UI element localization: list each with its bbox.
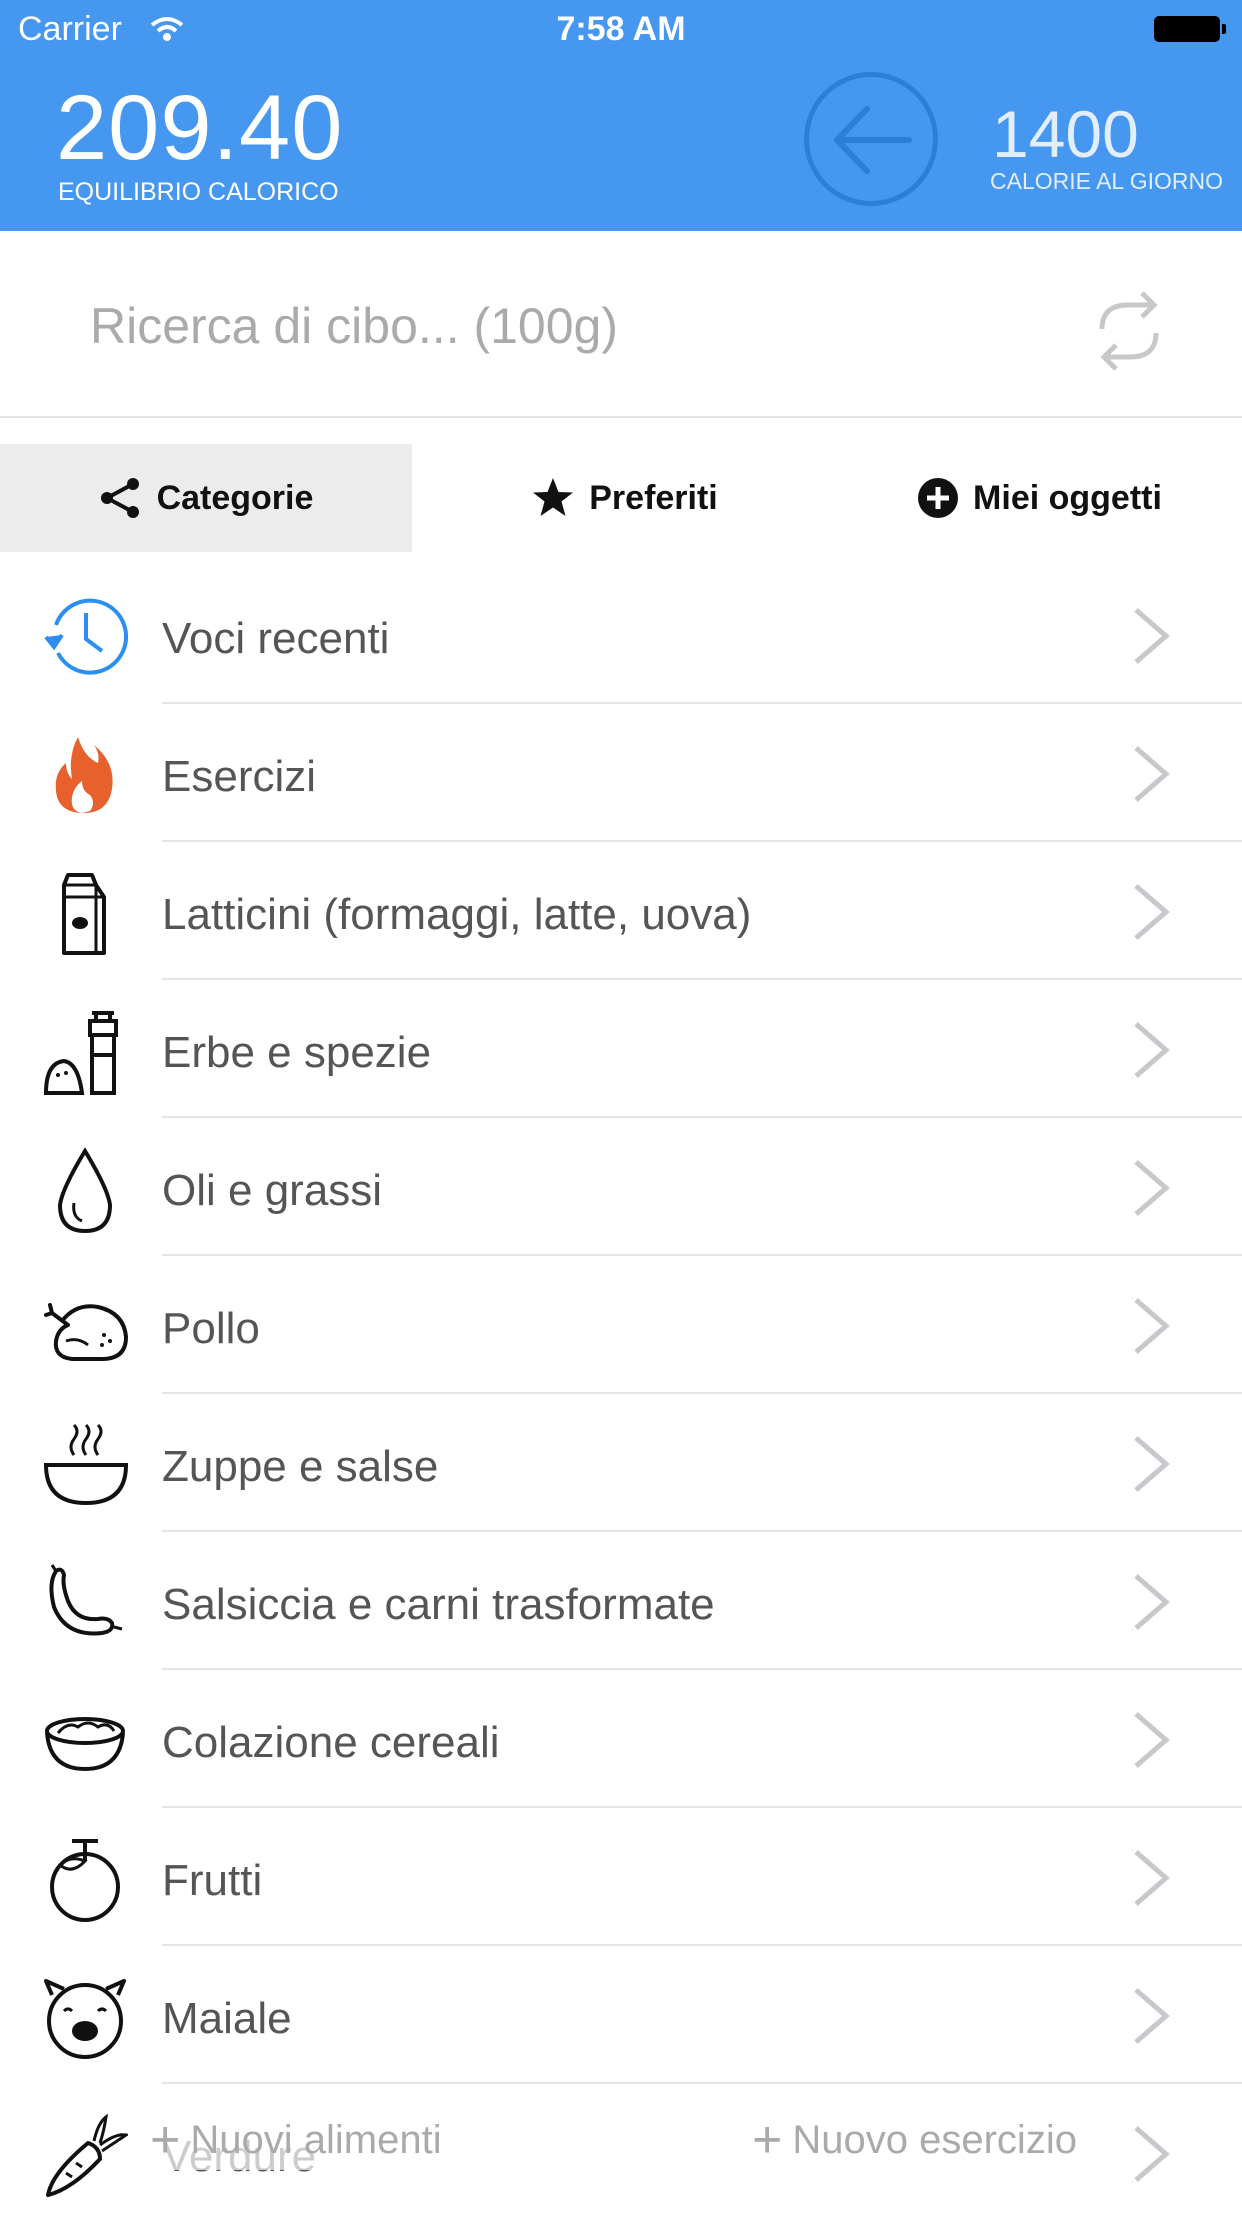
category-list: Voci recenti Esercizi Latticini (formagg… <box>0 566 1242 2222</box>
list-item-voci-recenti[interactable]: Voci recenti <box>0 566 1242 704</box>
new-food-button[interactable]: + Nuovi alimenti <box>150 2110 442 2170</box>
refresh-icon[interactable] <box>1094 291 1164 376</box>
plus-icon: + <box>752 2111 783 2169</box>
tab-label: Miei oggetti <box>973 478 1162 517</box>
chevron-right-icon <box>1130 1296 1174 1361</box>
flame-icon <box>42 733 128 819</box>
status-time: 7:58 AM <box>556 10 686 48</box>
tab-miei-oggetti[interactable]: Miei oggetti <box>837 444 1242 552</box>
calorie-header: Carrier 7:58 AM 209.40 EQUILIBRIO CALORI… <box>0 0 1242 231</box>
pig-icon <box>42 1975 128 2061</box>
list-item-esercizi[interactable]: Esercizi <box>0 704 1242 842</box>
list-item-cereali[interactable]: Colazione cereali <box>0 1670 1242 1808</box>
tab-categorie[interactable]: Categorie <box>0 444 412 552</box>
daily-calorie-goal-label: CALORIE AL GIORNO <box>990 168 1224 194</box>
food-search-input[interactable] <box>90 291 990 361</box>
chevron-right-icon <box>1130 1986 1174 2051</box>
chevron-right-icon <box>1130 2124 1174 2189</box>
milk-carton-icon <box>42 871 128 957</box>
list-item-erbe-spezie[interactable]: Erbe e spezie <box>0 980 1242 1118</box>
star-icon <box>533 478 574 516</box>
list-item-label: Frutti <box>162 1856 263 1905</box>
arrow-left-icon <box>834 106 912 174</box>
list-item-pollo[interactable]: Pollo <box>0 1256 1242 1394</box>
chevron-right-icon <box>1130 1020 1174 1085</box>
list-item-salsiccia[interactable]: Salsiccia e carni trasformate <box>0 1532 1242 1670</box>
plus-circle-icon <box>918 478 959 518</box>
list-item-label: Erbe e spezie <box>162 1028 432 1077</box>
new-food-label: Nuovi alimenti <box>190 2117 442 2162</box>
daily-calorie-goal-value[interactable]: 1400 <box>992 96 1139 172</box>
share-icon <box>100 478 139 518</box>
plus-icon: + <box>150 2111 181 2169</box>
calorie-balance-label: EQUILIBRIO CALORICO <box>58 178 339 206</box>
list-item-label: Colazione cereali <box>162 1718 500 1767</box>
list-item-latticini[interactable]: Latticini (formaggi, latte, uova) <box>0 842 1242 980</box>
chevron-right-icon <box>1130 1710 1174 1775</box>
calorie-balance-value: 209.40 <box>56 77 344 179</box>
carrot-icon <box>42 2113 130 2199</box>
chevron-right-icon <box>1130 1434 1174 1499</box>
spice-grinder-icon <box>42 1009 128 1095</box>
status-bar: Carrier 7:58 AM <box>0 0 1242 60</box>
list-item-oli-grassi[interactable]: Oli e grassi <box>0 1118 1242 1256</box>
sausage-icon <box>42 1561 128 1647</box>
list-item-label: Latticini (formaggi, latte, uova) <box>162 890 752 939</box>
soup-bowl-icon <box>42 1423 129 1509</box>
chicken-icon <box>42 1285 129 1371</box>
chevron-right-icon <box>1130 1572 1174 1637</box>
tab-label: Preferiti <box>589 478 718 517</box>
list-item-zuppe-salse[interactable]: Zuppe e salse <box>0 1394 1242 1532</box>
search-bar <box>0 231 1242 418</box>
list-item-label: Maiale <box>162 1994 292 2043</box>
list-item-label: Voci recenti <box>162 614 390 663</box>
fruit-icon <box>42 1837 128 1923</box>
list-item-maiale[interactable]: Maiale <box>0 1946 1242 2084</box>
tab-label: Categorie <box>156 478 314 517</box>
tab-preferiti[interactable]: Preferiti <box>412 444 837 552</box>
list-item-label: Esercizi <box>162 752 317 801</box>
chevron-right-icon <box>1130 744 1174 809</box>
battery-icon <box>1154 16 1226 42</box>
list-item-label: Pollo <box>162 1304 260 1353</box>
list-item-label: Salsiccia e carni trasformate <box>162 1580 715 1629</box>
cereal-bowl-icon <box>42 1699 128 1785</box>
oil-drop-icon <box>42 1147 128 1234</box>
history-clock-icon <box>42 595 128 681</box>
list-item-frutti[interactable]: Frutti <box>0 1808 1242 1946</box>
chevron-right-icon <box>1130 1848 1174 1913</box>
list-item-label: Oli e grassi <box>162 1166 383 1215</box>
category-tabs: Categorie Preferiti Miei oggetti <box>0 444 1242 552</box>
new-exercise-label: Nuovo esercizio <box>792 2117 1077 2162</box>
chevron-right-icon <box>1130 1158 1174 1223</box>
back-button[interactable] <box>804 72 938 206</box>
chevron-right-icon <box>1130 882 1174 947</box>
list-item-label: Zuppe e salse <box>162 1442 439 1491</box>
chevron-right-icon <box>1130 606 1174 671</box>
new-exercise-button[interactable]: + Nuovo esercizio <box>752 2110 1077 2170</box>
